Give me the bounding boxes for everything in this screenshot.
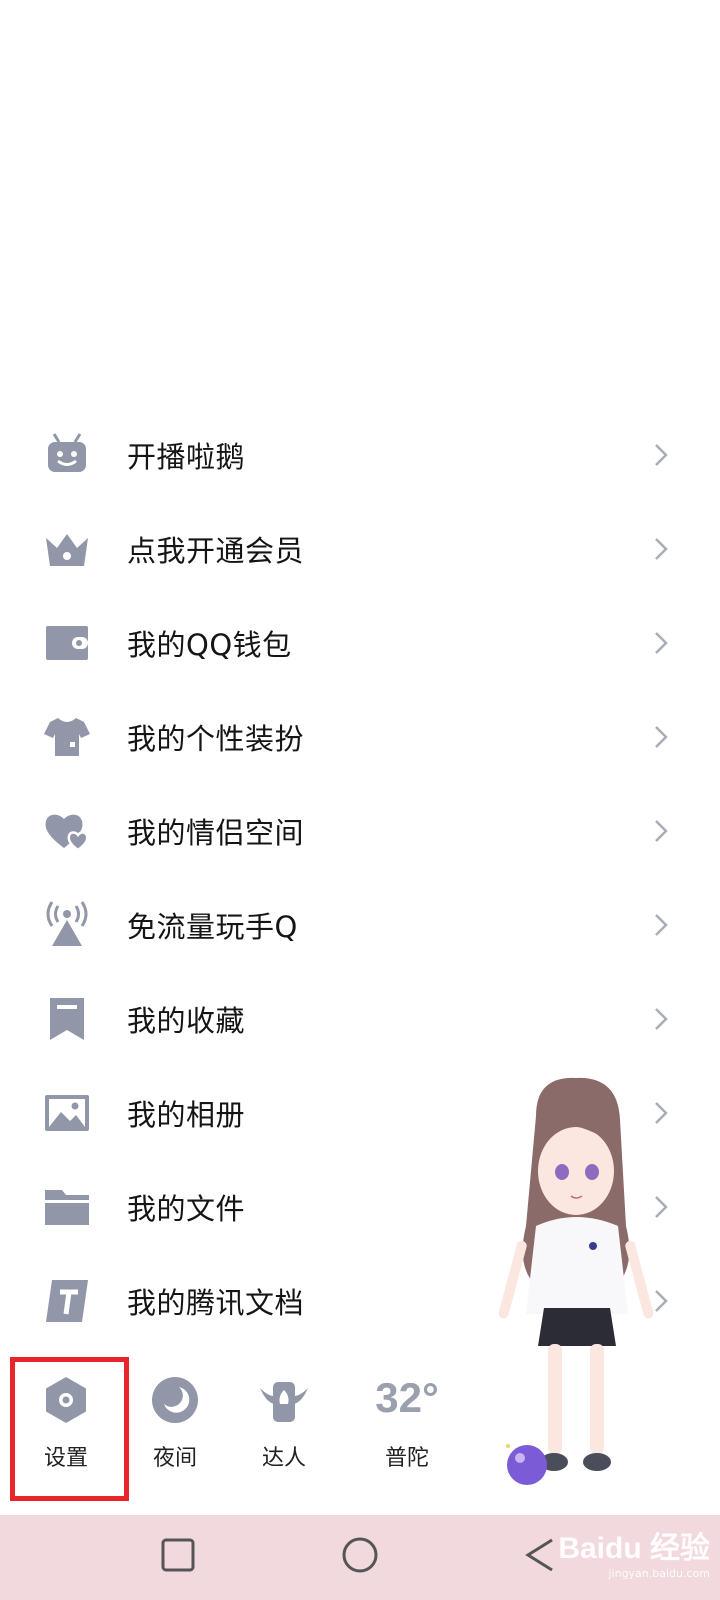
- menu-item-label: 我的腾讯文档: [127, 1286, 305, 1320]
- night-mode-button[interactable]: 夜间: [125, 1374, 225, 1472]
- weather-city: 普陀: [384, 1446, 429, 1471]
- winged-badge-icon: [260, 1382, 308, 1422]
- crown-icon: [40, 522, 94, 576]
- watermark: Baidu 经验 jingyan.baidu.com: [558, 1523, 710, 1580]
- menu-item-label: 免流量玩手Q: [127, 910, 298, 944]
- menu-item-label: 我的个性装扮: [127, 722, 305, 756]
- bookmark-icon: [40, 992, 94, 1046]
- weather-widget[interactable]: 32° 普陀: [352, 1372, 462, 1472]
- settings-highlight-box: [10, 1357, 129, 1501]
- chevron-right-icon: [655, 914, 668, 936]
- chevron-right-icon: [655, 726, 668, 748]
- chevron-right-icon: [655, 1008, 668, 1030]
- menu-item-label: 我的相册: [127, 1098, 246, 1132]
- menu-item-label: 开播啦鹅: [127, 440, 246, 474]
- expert-button[interactable]: 达人: [234, 1374, 334, 1472]
- weather-temperature: 32°: [375, 1374, 439, 1421]
- menu-item-favorites[interactable]: 我的收藏: [0, 972, 720, 1066]
- menu-item-label: 我的收藏: [127, 1004, 246, 1038]
- tshirt-icon: [40, 710, 94, 764]
- chevron-right-icon: [655, 632, 668, 654]
- home-icon[interactable]: [340, 1535, 380, 1575]
- menu-item-wallet[interactable]: 我的QQ钱包: [0, 596, 720, 690]
- menu-item-label: 点我开通会员: [127, 534, 305, 568]
- menu-item-label: 我的QQ钱包: [127, 628, 292, 662]
- menu-item-vip[interactable]: 点我开通会员: [0, 502, 720, 596]
- menu-item-free-data[interactable]: 免流量玩手Q: [0, 878, 720, 972]
- watermark-url: jingyan.baidu.com: [608, 1567, 710, 1580]
- moon-icon: [152, 1377, 198, 1423]
- chevron-right-icon: [655, 444, 668, 466]
- wallet-icon: [40, 616, 94, 670]
- night-label: 夜间: [152, 1446, 197, 1471]
- expert-label: 达人: [261, 1446, 306, 1471]
- chevron-right-icon: [655, 538, 668, 560]
- folder-icon: [40, 1180, 94, 1234]
- watermark-brand: Baidu 经验: [558, 1532, 710, 1565]
- menu-item-personalize[interactable]: 我的个性装扮: [0, 690, 720, 784]
- chevron-right-icon: [655, 820, 668, 842]
- recent-apps-icon[interactable]: [160, 1537, 196, 1573]
- back-icon[interactable]: [522, 1537, 558, 1573]
- menu-item-live[interactable]: 开播啦鹅: [0, 408, 720, 502]
- menu-item-label: 我的文件: [127, 1192, 246, 1226]
- system-navigation-bar: Baidu 经验 jingyan.baidu.com: [0, 1515, 720, 1600]
- robot-icon: [40, 428, 94, 482]
- menu-item-label: 我的情侣空间: [127, 816, 305, 850]
- image-icon: [40, 1086, 94, 1140]
- hearts-icon: [40, 804, 94, 858]
- purple-orb-icon[interactable]: [504, 1440, 550, 1486]
- document-icon: [40, 1274, 94, 1328]
- menu-item-couple-space[interactable]: 我的情侣空间: [0, 784, 720, 878]
- signal-tower-icon: [40, 898, 94, 952]
